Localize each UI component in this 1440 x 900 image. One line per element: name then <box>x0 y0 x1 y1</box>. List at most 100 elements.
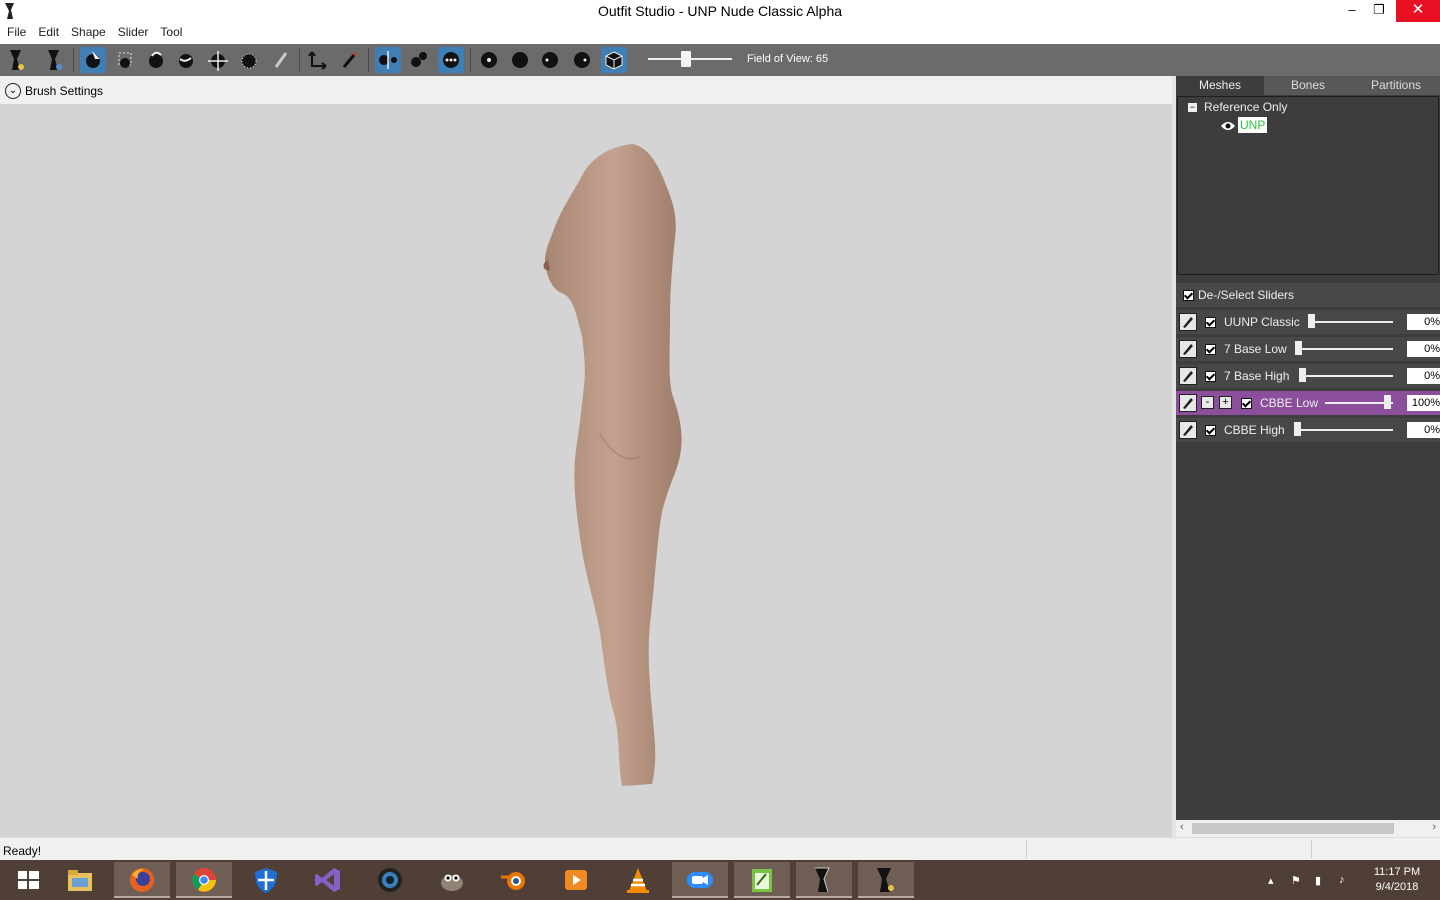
blender-taskbar[interactable] <box>486 862 542 898</box>
slider-minus-button[interactable]: - <box>1201 396 1214 409</box>
tab-partitions[interactable]: Partitions <box>1352 76 1440 95</box>
slider-track[interactable] <box>1311 321 1393 323</box>
slider-checkbox[interactable] <box>1205 317 1216 328</box>
slider-checkbox[interactable] <box>1241 398 1252 409</box>
pencil-icon[interactable] <box>1179 421 1197 439</box>
slider-track[interactable] <box>1298 348 1393 350</box>
mask-tool-icon[interactable] <box>112 47 138 73</box>
outfit-studio-taskbar-1[interactable] <box>796 862 852 898</box>
visual-studio-taskbar[interactable] <box>300 862 356 898</box>
solid-render-icon[interactable] <box>507 47 533 73</box>
outfit-studio-alt-icon[interactable] <box>42 47 68 73</box>
slider-track[interactable] <box>1325 402 1393 404</box>
tab-bones[interactable]: Bones <box>1264 76 1353 95</box>
select-tool-icon[interactable] <box>80 47 106 73</box>
menu-edit[interactable]: Edit <box>32 22 65 43</box>
slider-checkbox[interactable] <box>1205 371 1216 382</box>
status-text: Ready! <box>3 844 42 858</box>
windows-start-button[interactable] <box>0 862 56 898</box>
tray-chevron-up-icon[interactable]: ▴ <box>1268 874 1274 887</box>
close-button[interactable]: ✕ <box>1396 0 1440 22</box>
tab-meshes[interactable]: Meshes <box>1176 76 1265 95</box>
smooth-brush-icon[interactable] <box>236 47 262 73</box>
media-player-taskbar[interactable] <box>548 862 604 898</box>
slider-value[interactable]: 0% <box>1407 422 1440 438</box>
pencil-icon[interactable] <box>1179 394 1197 412</box>
slider-value[interactable]: 0% <box>1407 368 1440 384</box>
collapse-icon[interactable]: − <box>1188 103 1197 112</box>
scrollbar-thumb[interactable] <box>1192 823 1394 834</box>
eye-icon[interactable] <box>1220 120 1236 132</box>
slider-track[interactable] <box>1302 375 1393 377</box>
slider-row-uunp-classic: UUNP Classic 0% <box>1176 310 1440 334</box>
pencil-icon[interactable] <box>1179 367 1197 385</box>
slider-thumb[interactable] <box>1308 314 1315 328</box>
slider-checkbox[interactable] <box>1205 425 1216 436</box>
gimp-taskbar[interactable] <box>424 862 480 898</box>
slider-thumb[interactable] <box>1295 341 1302 355</box>
volume-icon[interactable]: ♪ <box>1339 874 1345 886</box>
taskbar-clock[interactable]: 11:17 PM 9/4/2018 <box>1362 865 1432 895</box>
outfit-studio-taskbar-2[interactable] <box>858 862 914 898</box>
brush-settings-bar[interactable]: ⌄ Brush Settings <box>0 76 1174 104</box>
tree-mesh-unp[interactable]: UNP <box>1238 117 1268 133</box>
lighting-icon[interactable] <box>569 47 595 73</box>
toolbar <box>0 44 1440 76</box>
action-center-flag-icon[interactable]: ⚑ <box>1291 874 1301 887</box>
network-icon[interactable]: ▮ <box>1315 874 1321 887</box>
clock-date: 9/4/2018 <box>1375 881 1419 893</box>
video-camera-icon <box>687 872 713 888</box>
tree-group-reference[interactable]: Reference Only <box>1204 100 1287 114</box>
wireframe-icon[interactable] <box>537 47 563 73</box>
pen-tool-icon[interactable] <box>336 47 362 73</box>
weight-brush-icon[interactable] <box>268 47 294 73</box>
file-explorer-taskbar[interactable] <box>52 862 108 898</box>
vlc-taskbar[interactable] <box>610 862 666 898</box>
inflate-brush-icon[interactable] <box>143 47 169 73</box>
connected-only-icon[interactable] <box>406 47 432 73</box>
firefox-taskbar[interactable] <box>114 862 170 898</box>
slider-value[interactable]: 0% <box>1407 341 1440 357</box>
deflate-brush-icon[interactable] <box>173 47 199 73</box>
slider-value[interactable]: 100% <box>1407 395 1440 411</box>
slider-thumb[interactable] <box>1294 422 1301 436</box>
slider-track[interactable] <box>1297 429 1393 431</box>
chrome-taskbar[interactable] <box>176 862 232 898</box>
slider-thumb[interactable] <box>1299 368 1306 382</box>
camera-app-taskbar[interactable] <box>362 862 418 898</box>
restore-button[interactable]: ❐ <box>1364 0 1394 22</box>
slider-value[interactable]: 0% <box>1407 314 1440 330</box>
minimize-button[interactable]: – <box>1337 0 1367 22</box>
pencil-icon[interactable] <box>1179 340 1197 358</box>
notepad-app-taskbar[interactable] <box>734 862 790 898</box>
fov-slider-thumb[interactable] <box>681 51 691 67</box>
pencil-icon[interactable] <box>1179 313 1197 331</box>
right-panel: Meshes Bones Partitions − Reference Only… <box>1176 76 1440 837</box>
transform-tool-icon[interactable] <box>305 47 331 73</box>
slider-panel-scrollbar[interactable]: ‹ › <box>1176 820 1440 837</box>
slider-checkbox[interactable] <box>1205 344 1216 355</box>
global-brush-icon[interactable] <box>438 47 464 73</box>
zoom-app-taskbar[interactable] <box>672 862 728 898</box>
scroll-left-icon[interactable]: ‹ <box>1180 821 1184 833</box>
outfit-studio-logo-icon[interactable] <box>4 47 30 73</box>
slider-row-cbbe-low: - + CBBE Low 100% <box>1176 391 1440 415</box>
scroll-right-icon[interactable]: › <box>1432 821 1436 833</box>
texture-toggle-icon[interactable] <box>601 47 627 73</box>
clock-time: 11:17 PM <box>1373 866 1421 878</box>
point-render-icon[interactable] <box>476 47 502 73</box>
slider-thumb[interactable] <box>1384 395 1391 409</box>
xmirror-icon[interactable] <box>375 47 401 73</box>
menu-shape[interactable]: Shape <box>65 22 112 43</box>
3d-viewport[interactable] <box>0 104 1172 837</box>
windows-defender-taskbar[interactable] <box>238 862 294 898</box>
menu-slider[interactable]: Slider <box>112 22 155 43</box>
slider-plus-button[interactable]: + <box>1219 396 1232 409</box>
menu-file[interactable]: File <box>1 22 32 43</box>
menu-tool[interactable]: Tool <box>154 22 188 43</box>
outfit-studio-icon <box>877 868 894 892</box>
move-brush-icon[interactable] <box>205 47 231 73</box>
gimp-icon <box>441 874 463 891</box>
deselect-sliders-checkbox[interactable] <box>1183 290 1194 301</box>
chevron-down-icon[interactable]: ⌄ <box>5 83 21 99</box>
